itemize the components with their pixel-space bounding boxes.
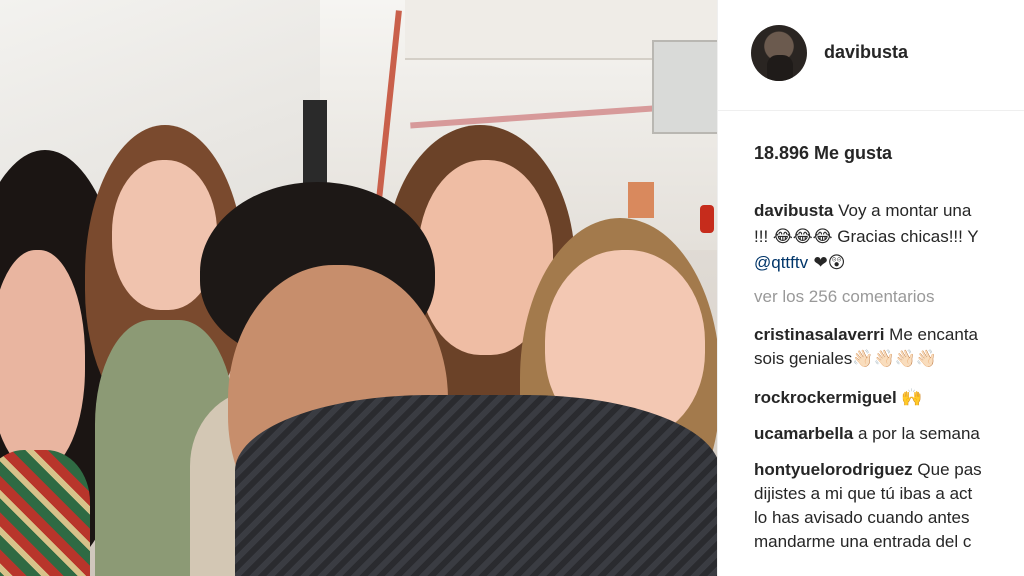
- post-photo[interactable]: [0, 0, 717, 576]
- caption-line2-text: Gracias chicas!!! Y: [832, 227, 979, 246]
- mention-link[interactable]: @qttftv: [754, 253, 808, 272]
- username-link[interactable]: davibusta: [824, 42, 908, 63]
- comment: rockrockermiguel 🙌: [754, 386, 1024, 410]
- comment-text-line3: lo has avisado cuando antes: [754, 508, 970, 527]
- comment-text: Que pas: [917, 460, 982, 479]
- avatar[interactable]: [751, 25, 807, 81]
- comment: ucamarbella a por la semana: [754, 422, 1024, 446]
- post-header: davibusta: [718, 0, 1024, 111]
- comment-username[interactable]: rockrockermiguel: [754, 388, 897, 407]
- caption-line1: Voy a montar una: [838, 201, 972, 220]
- comment-text-line4: mandarme una entrada del c: [754, 532, 972, 551]
- comment: hontyuelorodriguez Que pas dijistes a mi…: [754, 458, 1024, 554]
- comment-text-line2: sois geniales: [754, 349, 853, 368]
- caption-username[interactable]: davibusta: [754, 201, 833, 220]
- comment-text-line2: dijistes a mi que tú ibas a act: [754, 484, 973, 503]
- likes-count[interactable]: 18.896 Me gusta: [754, 143, 892, 164]
- caption-line2: !!!: [754, 227, 773, 246]
- comment: cristinasalaverri Me encanta sois genial…: [754, 323, 1024, 371]
- comment-text: a por la semana: [857, 424, 980, 443]
- caption: davibusta Voy a montar una !!! 😂😂😂 Graci…: [754, 198, 1024, 276]
- wave-emoji: 👋🏻👋🏻👋🏻👋🏻: [852, 349, 937, 369]
- laughing-emoji: 😂😂😂: [772, 227, 833, 247]
- heart-emoji: ❤😲: [808, 253, 846, 273]
- photo-orange-box: [628, 182, 654, 218]
- comment-username[interactable]: ucamarbella: [754, 424, 853, 443]
- view-comments-link[interactable]: ver los 256 comentarios: [754, 287, 934, 307]
- raised-hands-emoji: 🙌: [901, 388, 923, 408]
- photo-extinguisher: [700, 205, 714, 233]
- photo-window: [652, 40, 717, 134]
- comment-username[interactable]: hontyuelorodriguez: [754, 460, 913, 479]
- comment-username[interactable]: cristinasalaverri: [754, 325, 884, 344]
- comment-text: Me encanta: [889, 325, 978, 344]
- post-sidebar: davibusta 18.896 Me gusta davibusta Voy …: [717, 0, 1024, 576]
